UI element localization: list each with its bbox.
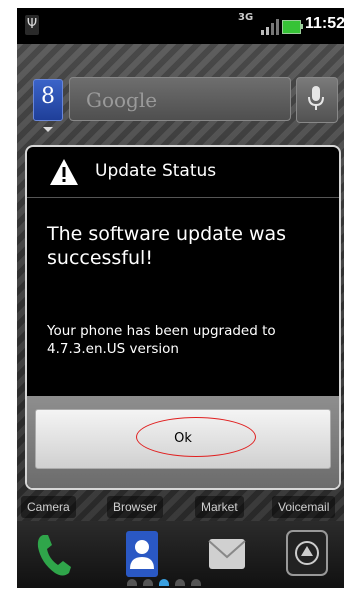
battery-icon — [282, 20, 303, 34]
browser-shortcut[interactable]: Browser — [107, 496, 164, 518]
status-bar: Ψ 3G 11:52 — [17, 8, 344, 44]
highlight-circle — [136, 417, 256, 457]
page-dot — [191, 579, 201, 586]
page-dot — [127, 579, 137, 586]
messaging-icon[interactable] — [205, 529, 249, 579]
microphone-icon — [308, 86, 324, 110]
camera-shortcut[interactable]: Camera — [21, 496, 76, 518]
page-dot-active — [159, 579, 169, 586]
dialog-footer: Ok — [27, 396, 339, 488]
contacts-icon[interactable] — [122, 529, 162, 579]
phone-screen: Ψ 3G 11:52 8 Google Update Status The so… — [17, 8, 344, 588]
ok-button-label: Ok — [174, 431, 192, 446]
search-input[interactable]: Google — [69, 77, 291, 121]
network-type: 3G — [238, 12, 254, 23]
dialog-header: Update Status — [27, 147, 339, 198]
page-dot — [175, 579, 185, 586]
update-status-dialog: Update Status The software update was su… — [25, 145, 341, 490]
google-logo-icon[interactable]: 8 — [33, 79, 63, 121]
dialog-message: The software update was successful! — [47, 223, 287, 269]
ok-button[interactable]: Ok — [35, 409, 331, 469]
usb-debug-icon: Ψ — [25, 15, 39, 35]
market-shortcut[interactable]: Market — [195, 496, 244, 518]
dialog-title: Update Status — [95, 161, 217, 181]
voicemail-shortcut[interactable]: Voicemail — [272, 496, 336, 518]
app-dock — [17, 521, 344, 588]
launcher-icon[interactable] — [285, 529, 329, 579]
clock: 11:52 — [305, 15, 344, 32]
signal-strength-icon — [261, 19, 279, 35]
page-indicator — [127, 578, 237, 586]
dialog-detail: Your phone has been upgraded to 4.7.3.en… — [47, 323, 276, 357]
dock-labels: Camera Browser Market Voicemail — [17, 496, 344, 518]
google-search-widget: 8 Google — [33, 77, 338, 132]
page-dot — [143, 579, 153, 586]
phone-icon[interactable] — [35, 529, 75, 579]
voice-search-button[interactable] — [296, 77, 338, 123]
warning-icon — [50, 159, 78, 185]
chevron-down-icon — [43, 127, 53, 132]
